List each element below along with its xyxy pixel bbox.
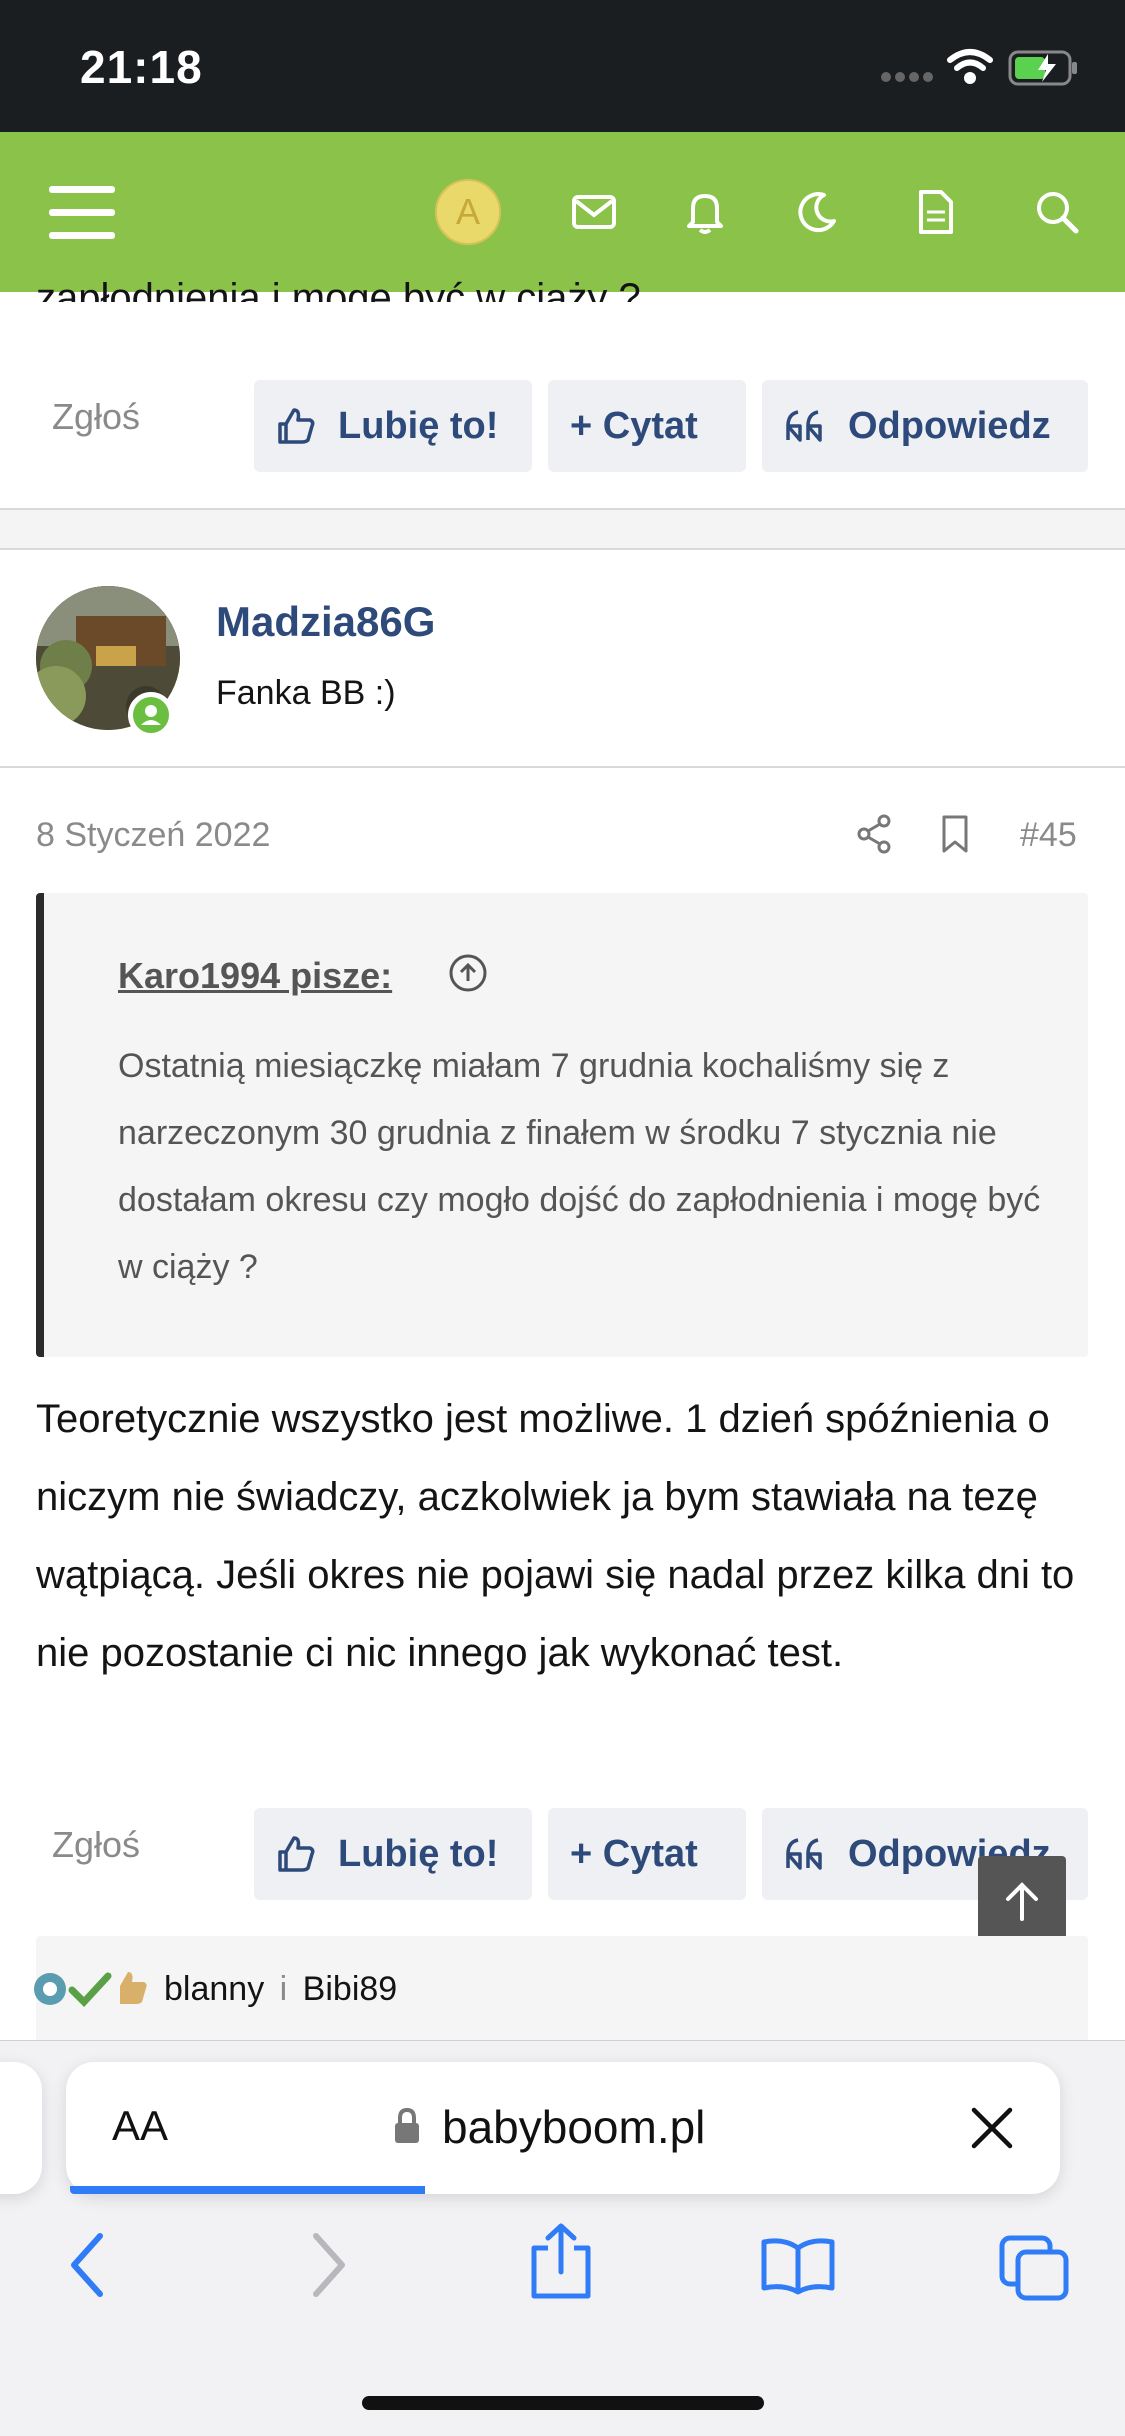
thumbs-up-icon <box>278 1836 315 1872</box>
moon-icon[interactable] <box>792 132 842 292</box>
forward-icon[interactable] <box>310 2230 350 2305</box>
reaction-icons <box>28 1964 154 2019</box>
thumbs-up-icon <box>278 408 315 444</box>
previous-post-text: zapłodnienia i mogę być w ciąży ? <box>36 276 641 302</box>
like-button[interactable]: Lubię to! <box>254 380 532 472</box>
post-body: Teoretycznie wszystko jest możliwe. 1 dz… <box>36 1397 1075 1675</box>
bell-icon[interactable] <box>680 132 730 292</box>
quote-marks-icon <box>786 410 822 442</box>
post-header-divider <box>0 766 1125 768</box>
report-link[interactable]: Zgłoś <box>52 1824 140 1866</box>
scroll-to-top-button[interactable] <box>978 1856 1066 1946</box>
clock: 21:18 <box>80 41 203 93</box>
arrow-up-icon <box>1006 1882 1038 1921</box>
previous-tab-peek[interactable] <box>0 2062 42 2194</box>
document-icon[interactable] <box>910 132 960 292</box>
signal-icon <box>880 70 936 89</box>
search-icon[interactable] <box>1030 132 1084 292</box>
close-icon[interactable] <box>970 2106 1014 2155</box>
progress-fill <box>70 2186 425 2194</box>
reaction-separator: i <box>279 1970 288 2008</box>
like-label: Lubię to! <box>338 404 499 447</box>
like-button[interactable]: Lubię to! <box>254 1808 532 1900</box>
quote-marks-icon <box>786 1838 822 1870</box>
reaction-users: blanny i Bibi89 <box>164 1970 397 2009</box>
bookmarks-icon[interactable] <box>760 2236 836 2301</box>
arrow-up-circle-icon[interactable] <box>448 953 488 998</box>
reaction-user-link[interactable]: blanny <box>164 1970 264 2008</box>
share-sheet-icon[interactable] <box>528 2222 594 2305</box>
like-label: Lubię to! <box>338 1832 499 1875</box>
report-link[interactable]: Zgłoś <box>52 396 140 438</box>
quote-label: + Cytat <box>570 1832 698 1875</box>
page-load-progress <box>70 2186 1056 2194</box>
post-divider <box>0 548 1125 550</box>
quote-block: Karo1994 pisze: Ostatnią miesiączkę miał… <box>36 893 1088 1357</box>
reply-label: Odpowiedz <box>848 404 1051 447</box>
post-separator <box>0 510 1125 550</box>
quote-button[interactable]: + Cytat <box>548 1808 746 1900</box>
text-size-button[interactable]: AA <box>112 2102 168 2150</box>
lock-icon <box>392 2106 422 2151</box>
online-badge-icon <box>128 692 174 738</box>
share-icon[interactable] <box>856 814 892 859</box>
bookmark-icon[interactable] <box>940 814 970 859</box>
post-number-link[interactable]: #45 <box>1020 816 1077 855</box>
reply-button[interactable]: Odpowiedz <box>762 380 1088 472</box>
url-text[interactable]: babyboom.pl <box>442 2100 705 2154</box>
battery-icon <box>1008 50 1080 91</box>
reaction-user-link[interactable]: Bibi89 <box>303 1970 398 2008</box>
quote-author-link[interactable]: Karo1994 pisze: <box>118 955 392 997</box>
address-bar[interactable]: AA babyboom.pl <box>66 2062 1060 2194</box>
status-bar: 21:18 <box>0 0 1125 132</box>
quote-text: Ostatnią miesiączkę miałam 7 grudnia koc… <box>118 1047 1041 1286</box>
home-indicator <box>362 2396 764 2410</box>
author-name-link[interactable]: Madzia86G <box>216 598 435 646</box>
tabs-icon[interactable] <box>998 2234 1070 2307</box>
author-title: Fanka BB :) <box>216 674 396 712</box>
post-date[interactable]: 8 Styczeń 2022 <box>36 816 270 855</box>
wifi-icon <box>946 48 994 91</box>
quote-label: + Cytat <box>570 404 698 447</box>
quote-button[interactable]: + Cytat <box>548 380 746 472</box>
back-icon[interactable] <box>66 2230 106 2305</box>
